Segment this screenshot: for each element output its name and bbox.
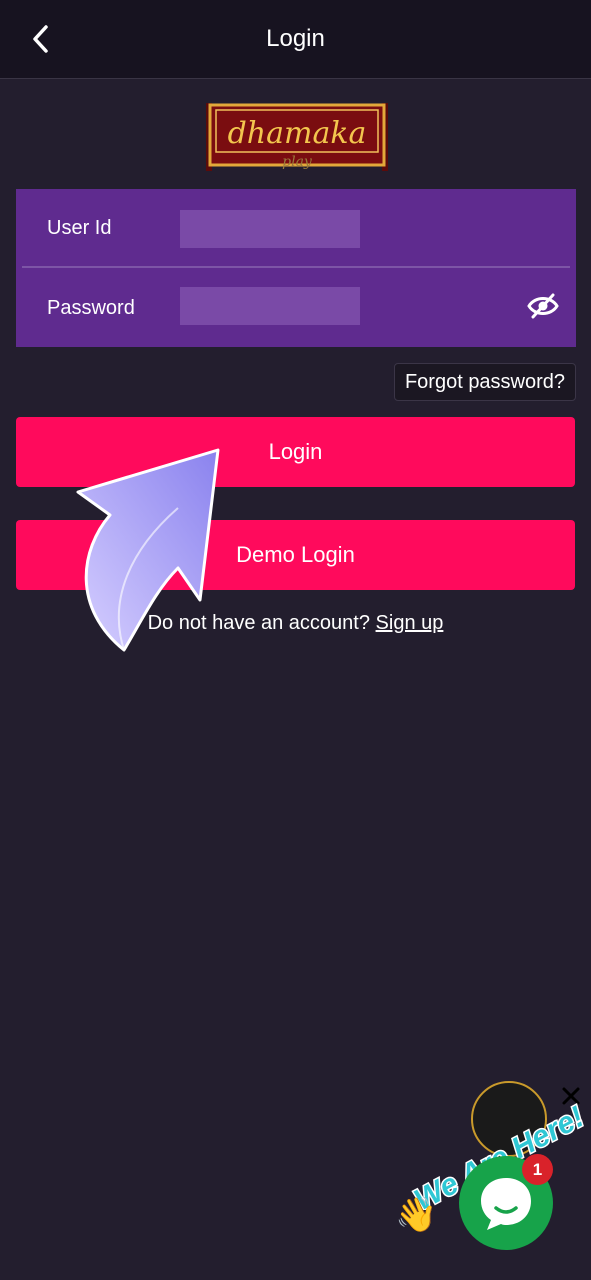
svg-text:dhamaka: dhamaka [228, 116, 367, 151]
login-form: User Id Password [16, 189, 576, 347]
forgot-password-button[interactable]: Forgot password? [394, 363, 576, 401]
form-divider [22, 266, 570, 268]
password-input[interactable] [180, 287, 360, 325]
svg-text:play: play [282, 154, 313, 170]
eye-slash-icon[interactable] [527, 293, 559, 319]
password-label: Password [47, 297, 135, 319]
notification-badge: 1 [522, 1154, 553, 1185]
waving-hand-icon: 👋 [395, 1196, 438, 1234]
brand-logo: dhamaka play [206, 103, 388, 171]
signup-link[interactable]: Sign up [376, 612, 444, 634]
user-id-label: User Id [47, 217, 112, 239]
page-title: Login [266, 25, 325, 52]
pointer-arrow-icon [76, 448, 220, 652]
user-id-input[interactable] [180, 210, 360, 248]
top-bar: Login [0, 0, 591, 79]
